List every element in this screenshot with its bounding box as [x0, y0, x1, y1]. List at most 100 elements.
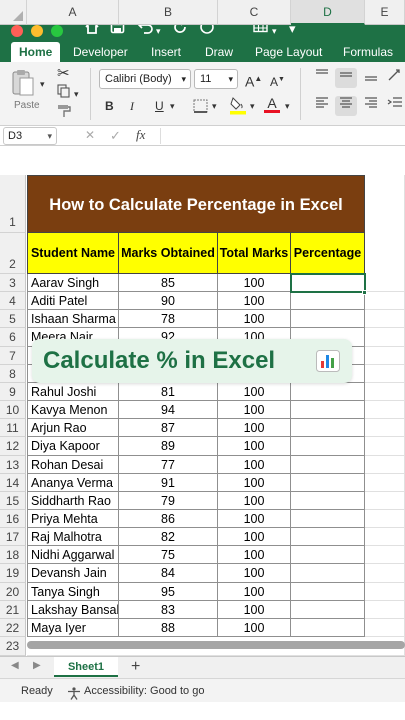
student-name-cell[interactable]: Lakshay Bansal [27, 601, 119, 619]
student-name-cell[interactable]: Aarav Singh [27, 274, 119, 292]
percentage-cell[interactable] [291, 310, 365, 328]
fill-color-dropdown-icon[interactable]: ▾ [250, 96, 255, 116]
marks-obtained-cell[interactable]: 75 [119, 546, 218, 564]
copy-icon[interactable] [57, 84, 71, 104]
row-header[interactable]: 9 [0, 383, 26, 401]
tab-home[interactable]: Home [11, 42, 61, 62]
marks-obtained-cell[interactable]: 82 [119, 528, 218, 546]
total-marks-cell[interactable]: 100 [218, 492, 291, 510]
font-size-select[interactable]: 11 ▾ [194, 69, 238, 89]
student-name-cell[interactable]: Maya Iyer [27, 619, 119, 637]
column-header-b[interactable]: B [119, 0, 218, 25]
row-header[interactable]: 13 [0, 456, 26, 474]
shrink-font-button[interactable]: A▼ [270, 70, 285, 92]
student-name-cell[interactable]: Siddharth Rao [27, 492, 119, 510]
total-marks-cell[interactable]: 100 [218, 310, 291, 328]
marks-obtained-cell[interactable]: 85 [119, 274, 218, 292]
borders-icon[interactable] [193, 99, 209, 119]
copy-dropdown-icon[interactable]: ▾ [74, 84, 79, 104]
cancel-formula-icon[interactable]: ✕ [85, 128, 95, 142]
indent-icon[interactable] [386, 96, 404, 116]
student-name-cell[interactable]: Rahul Joshi [27, 383, 119, 401]
student-name-cell[interactable]: Priya Mehta [27, 510, 119, 528]
percentage-cell[interactable] [291, 437, 365, 456]
marks-obtained-cell[interactable]: 88 [119, 619, 218, 637]
percentage-cell[interactable] [291, 383, 365, 401]
percentage-cell[interactable] [291, 601, 365, 619]
marks-obtained-cell[interactable]: 95 [119, 583, 218, 601]
total-marks-cell[interactable]: 100 [218, 274, 291, 292]
total-marks-cell[interactable]: 100 [218, 292, 291, 310]
scroll-tabs-right-icon[interactable]: ▶ [33, 660, 41, 671]
total-marks-cell[interactable]: 100 [218, 583, 291, 601]
header-student-name[interactable]: Student Name [27, 233, 119, 274]
marks-obtained-cell[interactable]: 78 [119, 310, 218, 328]
row-header[interactable]: 18 [0, 546, 26, 564]
zoom-window-button[interactable] [51, 25, 63, 37]
student-name-cell[interactable]: Arjun Rao [27, 419, 119, 437]
tab-developer[interactable]: Developer [73, 42, 128, 62]
student-name-cell[interactable]: Devansh Jain [27, 564, 119, 583]
percentage-cell[interactable] [291, 419, 365, 437]
font-name-select[interactable]: Calibri (Body) ▾ [99, 69, 191, 89]
row-header-2[interactable]: 2 [0, 233, 26, 274]
percentage-cell[interactable] [291, 401, 365, 419]
student-name-cell[interactable]: Rohan Desai [27, 456, 119, 474]
row-header[interactable]: 19 [0, 564, 26, 583]
scroll-tabs-left-icon[interactable]: ◀ [11, 660, 19, 671]
total-marks-cell[interactable]: 100 [218, 546, 291, 564]
underline-button[interactable]: U [155, 96, 164, 116]
insert-function-icon[interactable]: fx [136, 127, 145, 143]
total-marks-cell[interactable]: 100 [218, 619, 291, 637]
paste-dropdown-icon[interactable]: ▾ [40, 74, 45, 94]
percentage-cell[interactable] [291, 510, 365, 528]
align-middle-icon[interactable] [335, 68, 357, 88]
percentage-cell[interactable] [291, 564, 365, 583]
selected-cell-d3[interactable] [290, 273, 366, 293]
header-marks-obtained[interactable]: Marks Obtained [119, 233, 218, 274]
student-name-cell[interactable]: Diya Kapoor [27, 437, 119, 456]
total-marks-cell[interactable]: 100 [218, 437, 291, 456]
total-marks-cell[interactable]: 100 [218, 401, 291, 419]
total-marks-cell[interactable]: 100 [218, 419, 291, 437]
enter-formula-icon[interactable]: ✓ [110, 128, 121, 144]
format-painter-icon[interactable] [57, 104, 71, 124]
row-header[interactable]: 12 [0, 437, 26, 456]
italic-button[interactable]: I [130, 96, 134, 116]
align-center-icon[interactable] [335, 96, 357, 116]
percentage-cell[interactable] [291, 474, 365, 492]
marks-obtained-cell[interactable]: 87 [119, 419, 218, 437]
font-color-button[interactable]: A [264, 93, 280, 113]
header-percentage[interactable]: Percentage [291, 233, 365, 274]
tab-formulas[interactable]: Formulas [343, 42, 393, 62]
horizontal-scrollbar[interactable] [27, 641, 405, 649]
marks-obtained-cell[interactable]: 84 [119, 564, 218, 583]
name-box[interactable]: D3 ▾ [3, 127, 57, 145]
marks-obtained-cell[interactable]: 89 [119, 437, 218, 456]
row-header[interactable]: 21 [0, 601, 26, 619]
total-marks-cell[interactable]: 100 [218, 510, 291, 528]
formula-input[interactable] [165, 126, 403, 146]
align-right-icon[interactable] [360, 96, 382, 116]
row-header[interactable]: 5 [0, 310, 26, 328]
row-header[interactable]: 6 [0, 328, 26, 347]
sheet-tab-sheet1[interactable]: Sheet1 [54, 657, 118, 677]
total-marks-cell[interactable]: 100 [218, 528, 291, 546]
marks-obtained-cell[interactable]: 77 [119, 456, 218, 474]
title-cell[interactable]: How to Calculate Percentage in Excel [27, 175, 365, 233]
row-header[interactable]: 15 [0, 492, 26, 510]
marks-obtained-cell[interactable]: 83 [119, 601, 218, 619]
student-name-cell[interactable]: Raj Malhotra [27, 528, 119, 546]
select-all-corner[interactable] [0, 0, 27, 25]
row-header[interactable]: 10 [0, 401, 26, 419]
marks-obtained-cell[interactable]: 86 [119, 510, 218, 528]
marks-obtained-cell[interactable]: 81 [119, 383, 218, 401]
marks-obtained-cell[interactable]: 94 [119, 401, 218, 419]
percentage-cell[interactable] [291, 583, 365, 601]
percentage-cell[interactable] [291, 292, 365, 310]
underline-dropdown-icon[interactable]: ▾ [170, 96, 175, 116]
student-name-cell[interactable]: Kavya Menon [27, 401, 119, 419]
row-header-23[interactable]: 23 [0, 637, 26, 656]
total-marks-cell[interactable]: 100 [218, 564, 291, 583]
marks-obtained-cell[interactable]: 91 [119, 474, 218, 492]
